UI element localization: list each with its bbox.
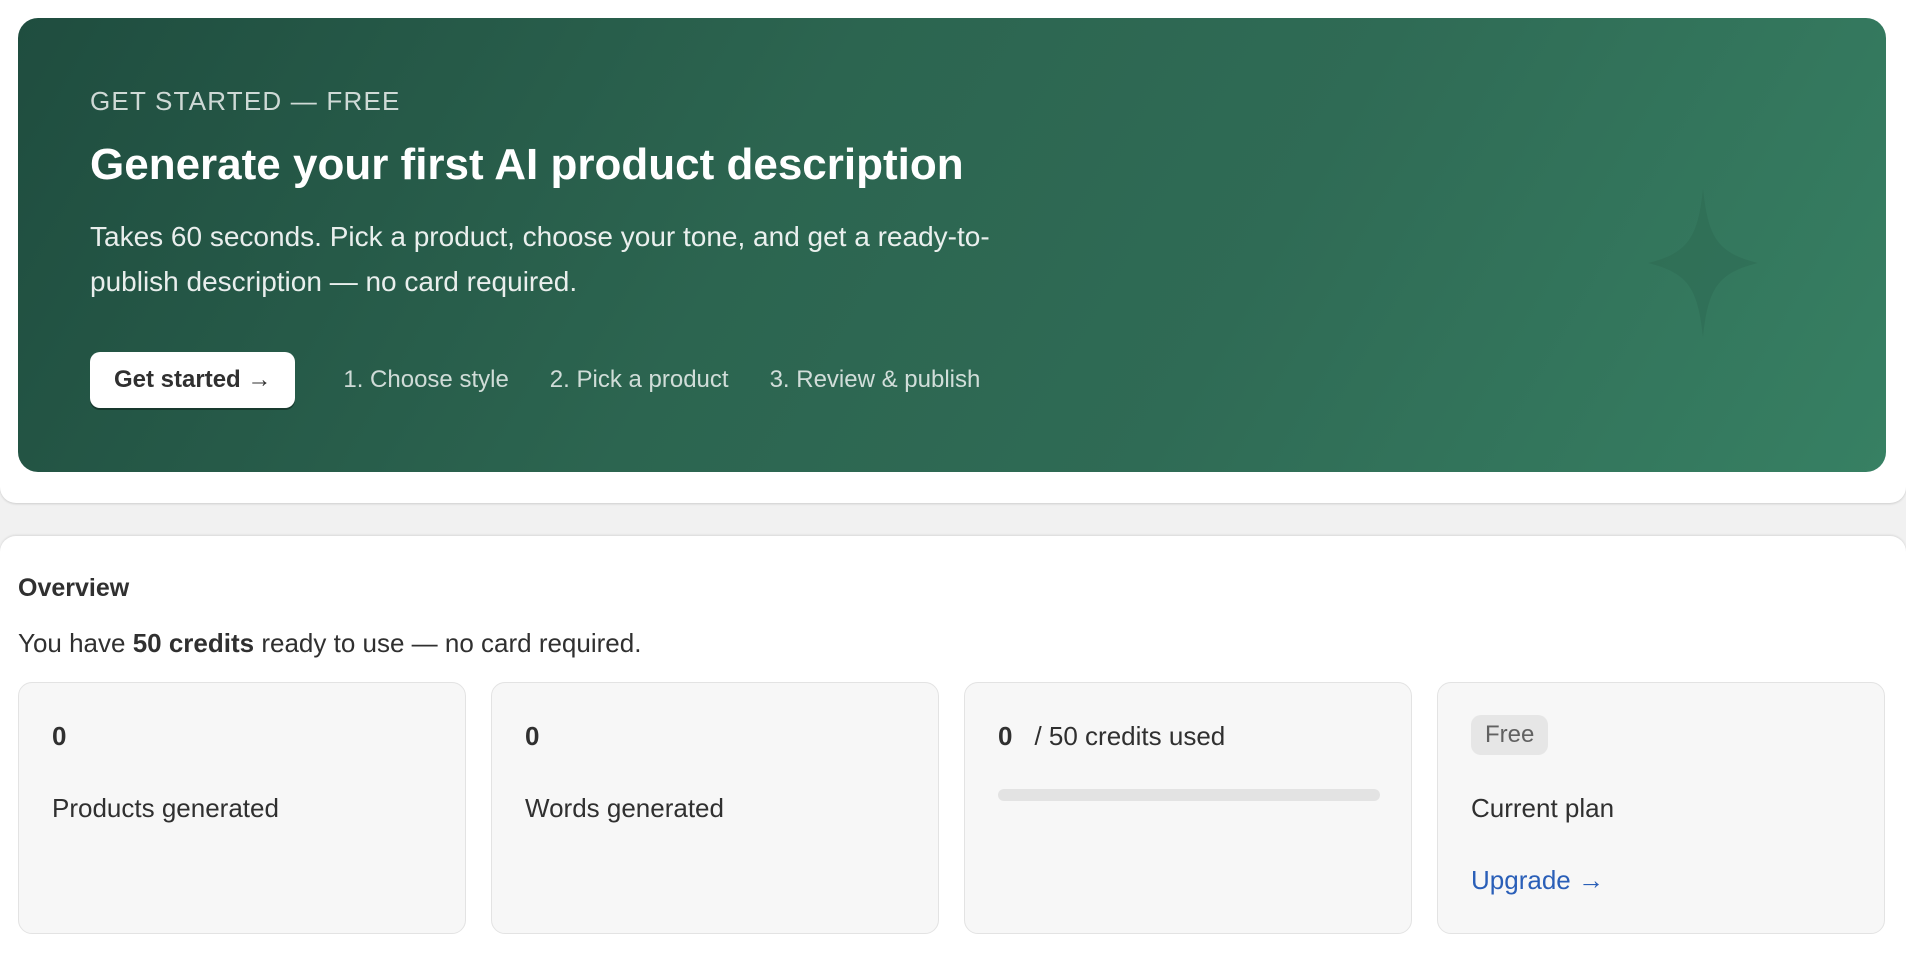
products-generated-value: 0 <box>52 721 67 751</box>
stat-current-plan: Free Current plan Upgrade → <box>1437 682 1885 934</box>
plan-badge: Free <box>1471 715 1549 755</box>
step-choose-style: 1. Choose style <box>343 366 509 393</box>
overview-title: Overview <box>18 574 130 602</box>
overview-card: Overview You have 50 credits ready to us… <box>0 536 1906 956</box>
onboarding-steps: 1. Choose style 2. Pick a product 3. Rev… <box>343 366 1021 394</box>
credits-available: 50 credits <box>132 628 255 658</box>
words-generated-label: Words generated <box>525 793 724 823</box>
stat-credits-used: 0 / 50 credits used <box>964 682 1412 934</box>
products-generated-label: Products generated <box>52 793 279 823</box>
hero-title: Generate your first AI product descripti… <box>90 140 964 189</box>
current-plan-label: Current plan <box>1471 793 1615 823</box>
stat-products-generated: 0 Products generated <box>18 682 466 934</box>
credits-used-value: 0 <box>998 721 1013 751</box>
hero-card: GET STARTED — FREE Generate your first A… <box>0 0 1906 503</box>
credits-total-label: / 50 credits used <box>1034 721 1226 751</box>
credits-used-row: 0 / 50 credits used <box>998 721 1225 752</box>
sparkle-icon <box>1648 188 1758 338</box>
overview-subtitle-prefix: You have <box>18 628 133 658</box>
hero-eyebrow: GET STARTED — FREE <box>90 86 401 116</box>
get-started-button[interactable]: Get started → <box>90 352 296 408</box>
step-review-publish: 3. Review & publish <box>769 366 981 393</box>
hero-banner: GET STARTED — FREE Generate your first A… <box>18 18 1886 472</box>
step-pick-product: 2. Pick a product <box>549 366 729 393</box>
overview-subtitle: You have 50 credits ready to use — no ca… <box>18 628 641 659</box>
credits-progress-bar <box>998 789 1380 801</box>
upgrade-link[interactable]: Upgrade → <box>1471 865 1604 896</box>
hero-actions: Get started → 1. Choose style 2. Pick a … <box>90 352 1021 408</box>
hero-description: Takes 60 seconds. Pick a product, choose… <box>90 221 990 297</box>
words-generated-value: 0 <box>525 721 540 751</box>
stat-words-generated: 0 Words generated <box>491 682 939 934</box>
overview-subtitle-suffix: ready to use — no card required. <box>254 628 642 658</box>
